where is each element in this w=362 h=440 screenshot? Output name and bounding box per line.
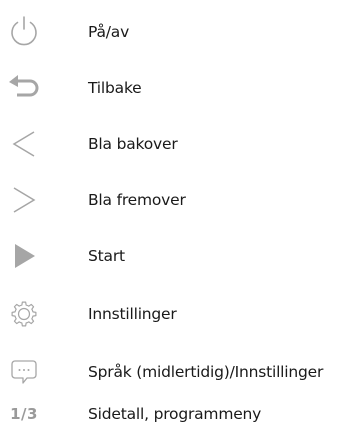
page-indicator-icon: 1/3 — [4, 396, 44, 432]
legend-label-start: Start — [88, 247, 125, 265]
legend-row-back: Tilbake — [0, 70, 362, 106]
speech-bubble-icon — [4, 354, 44, 390]
legend-label-power: På/av — [88, 23, 130, 41]
gear-icon — [4, 296, 44, 332]
legend-label-settings: Innstillinger — [88, 305, 177, 323]
legend-label-next: Bla fremover — [88, 191, 186, 209]
legend-row-next: Bla fremover — [0, 182, 362, 218]
chevron-right-icon — [4, 182, 44, 218]
legend-label-page-number: Sidetall, programmeny — [88, 405, 262, 423]
legend-row-previous: Bla bakover — [0, 126, 362, 162]
legend-row-power: På/av — [0, 14, 362, 50]
power-icon — [4, 14, 44, 50]
chevron-left-icon — [4, 126, 44, 162]
legend-row-start: Start — [0, 238, 362, 274]
legend-label-previous: Bla bakover — [88, 135, 178, 153]
legend-row-settings: Innstillinger — [0, 296, 362, 332]
legend-label-language: Språk (midlertidig)/Innstillinger — [88, 363, 324, 381]
play-icon — [4, 238, 44, 274]
legend-row-language: Språk (midlertidig)/Innstillinger — [0, 354, 362, 390]
legend-label-back: Tilbake — [88, 79, 142, 97]
back-arrow-icon — [4, 70, 44, 106]
legend-row-page-number: 1/3 Sidetall, programmeny — [0, 396, 362, 432]
page-indicator-text: 1/3 — [10, 405, 38, 423]
